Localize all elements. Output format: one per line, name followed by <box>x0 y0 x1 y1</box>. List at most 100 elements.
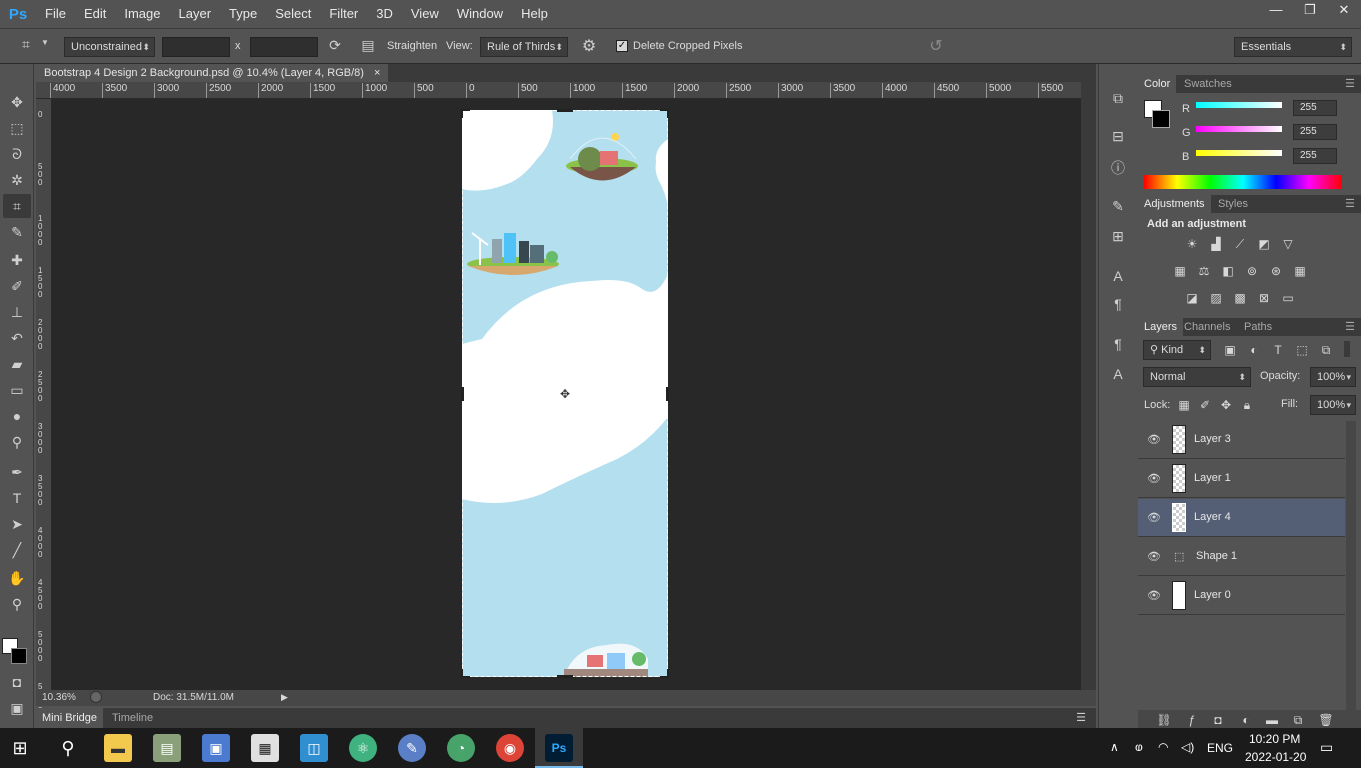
app-icon[interactable]: ▣ <box>202 734 230 762</box>
chrome-icon[interactable]: ◉ <box>496 734 524 762</box>
layers-scrollbar[interactable] <box>1346 421 1356 715</box>
close-tab-icon[interactable]: × <box>374 64 380 82</box>
fill-field[interactable]: 100% ▾ <box>1310 395 1356 415</box>
language-indicator[interactable]: ENG <box>1207 741 1233 755</box>
zoom-level[interactable]: 10.36% <box>42 692 76 703</box>
menu-help[interactable]: Help <box>512 0 557 28</box>
lock-image-icon[interactable]: ✐ <box>1197 398 1213 412</box>
crop-tool-icon[interactable]: ⌗ <box>3 194 31 218</box>
filter-type-icon[interactable]: T <box>1270 343 1286 357</box>
lock-all-icon[interactable]: 🔒︎ <box>1239 398 1255 412</box>
path-selection-tool-icon[interactable]: ➤ <box>3 512 31 536</box>
search-icon[interactable]: ⚲ <box>54 734 82 762</box>
delete-layer-icon[interactable]: 🗑︎ <box>1318 713 1334 727</box>
menu-filter[interactable]: Filter <box>320 0 367 28</box>
layer-row[interactable]: 👁︎ Layer 0 <box>1138 577 1345 615</box>
eye-icon[interactable]: 👁︎ <box>1147 511 1161 524</box>
tab-layers[interactable]: Layers <box>1138 318 1184 336</box>
brightness-contrast-icon[interactable]: ☀ <box>1184 237 1200 251</box>
eye-icon[interactable]: 👁︎ <box>1147 550 1161 563</box>
menu-3d[interactable]: 3D <box>367 0 402 28</box>
background-color-swatch[interactable] <box>1152 110 1170 128</box>
layer-row[interactable]: 👁︎ Layer 1 <box>1138 460 1345 498</box>
curves-icon[interactable]: ⟋ <box>1232 237 1248 251</box>
clone-stamp-tool-icon[interactable]: ⊥ <box>3 300 31 324</box>
menu-image[interactable]: Image <box>115 0 169 28</box>
info-icon[interactable]: ⓘ <box>1108 158 1128 178</box>
canvas-area[interactable]: ✥ <box>52 99 1081 690</box>
eyedropper-tool-icon[interactable]: ✎ <box>3 220 31 244</box>
eye-icon[interactable]: 👁︎ <box>1147 433 1161 446</box>
app-icon[interactable]: ✎ <box>398 734 426 762</box>
tab-mini-bridge[interactable]: Mini Bridge <box>36 708 104 728</box>
restore-button[interactable]: ❐ <box>1293 0 1327 20</box>
filter-adjustment-icon[interactable]: ◐ <box>1246 343 1262 357</box>
healing-brush-tool-icon[interactable]: ✚ <box>3 248 31 272</box>
layer-row[interactable]: 👁︎ Layer 3 <box>1138 421 1345 459</box>
tab-swatches[interactable]: Swatches <box>1178 75 1238 93</box>
photoshop-taskbar-icon[interactable]: Ps <box>545 734 573 762</box>
width-field[interactable] <box>162 37 230 57</box>
tab-color[interactable]: Color <box>1138 75 1177 93</box>
vertical-scrollbar[interactable] <box>1081 82 1096 690</box>
blend-mode-select[interactable]: Normal ⬍ <box>1143 367 1251 387</box>
eye-icon[interactable]: 👁︎ <box>1147 589 1161 602</box>
hue-saturation-icon[interactable]: ▦ <box>1172 264 1188 278</box>
close-button[interactable]: ✕ <box>1327 0 1361 20</box>
brush-tool-icon[interactable]: ✐ <box>3 274 31 298</box>
straighten-icon[interactable]: ▤ <box>358 37 378 54</box>
levels-icon[interactable]: ▟ <box>1208 237 1224 251</box>
new-adjustment-layer-icon[interactable]: ◐ <box>1238 713 1254 727</box>
rotate-icon[interactable]: ⟳ <box>326 37 344 54</box>
crop-right-handle[interactable] <box>666 387 669 401</box>
color-balance-icon[interactable]: ⚖ <box>1196 264 1212 278</box>
fx-icon[interactable]: ƒ <box>1184 713 1200 727</box>
layer-row-selected[interactable]: 👁︎ Layer 4 <box>1138 499 1345 537</box>
r-slider[interactable] <box>1196 102 1282 108</box>
crop-tool-icon[interactable]: ⌗ <box>16 36 36 53</box>
add-mask-icon[interactable]: ◘ <box>1210 713 1226 727</box>
tray-chevron-icon[interactable]: ∧ <box>1110 740 1119 754</box>
type-tool-icon[interactable]: T <box>3 486 31 510</box>
history-icon[interactable]: ⧉ <box>1108 90 1128 107</box>
workspace-select[interactable]: Essentials ⬍ <box>1234 37 1352 57</box>
selective-color-icon[interactable]: ⊠ <box>1256 291 1272 305</box>
lasso-tool-icon[interactable]: ᘐ <box>3 142 31 166</box>
clock-date[interactable]: 2022-01-20 <box>1245 750 1306 764</box>
color-panel-menu-icon[interactable]: ☰ <box>1339 75 1361 93</box>
g-value[interactable]: 255 <box>1293 124 1337 140</box>
tab-paths[interactable]: Paths <box>1238 318 1278 336</box>
calendar-app-icon[interactable]: ▦ <box>251 734 279 762</box>
layer-row[interactable]: 👁︎ ⬚ Shape 1 <box>1138 538 1345 576</box>
zoom-tool-icon[interactable]: ⚲ <box>3 592 31 616</box>
menu-window[interactable]: Window <box>448 0 512 28</box>
eye-icon[interactable]: 👁︎ <box>1147 472 1161 485</box>
tab-adjustments[interactable]: Adjustments <box>1138 195 1211 213</box>
paragraph-icon[interactable]: ¶ <box>1108 296 1128 312</box>
exposure-icon[interactable]: ◩ <box>1256 237 1272 251</box>
reset-icon[interactable]: ↺ <box>926 36 946 56</box>
menu-file[interactable]: File <box>36 0 75 28</box>
gear-icon[interactable]: ⚙ <box>580 36 598 56</box>
canvas-document[interactable]: ✥ <box>52 99 1081 690</box>
line-tool-icon[interactable]: ╱ <box>3 538 31 562</box>
brush-icon[interactable]: ⊞ <box>1108 228 1128 245</box>
overlay-select[interactable]: Rule of Thirds ⬍ <box>480 37 568 57</box>
tray-app-icon[interactable]: ⱷ <box>1135 740 1143 754</box>
windows-start-icon[interactable]: ⊞ <box>6 734 34 762</box>
menu-layer[interactable]: Layer <box>170 0 221 28</box>
filter-pixel-icon[interactable]: ▣ <box>1222 343 1238 357</box>
filter-toggle[interactable] <box>1344 341 1350 357</box>
panel-menu-icon[interactable]: ☰ <box>1070 708 1092 728</box>
app-icon[interactable]: ▤ <box>153 734 181 762</box>
tab-styles[interactable]: Styles <box>1212 195 1254 213</box>
tab-timeline[interactable]: Timeline <box>106 708 159 728</box>
blur-tool-icon[interactable]: ● <box>3 404 31 428</box>
dodge-tool-icon[interactable]: ⚲ <box>3 430 31 454</box>
threshold-icon[interactable]: ▩ <box>1232 291 1248 305</box>
character-icon[interactable]: A <box>1108 268 1128 284</box>
link-layers-icon[interactable]: ⛓ <box>1156 713 1172 727</box>
background-color-swatch[interactable] <box>11 648 27 664</box>
gradient-tool-icon[interactable]: ▭ <box>3 378 31 402</box>
notifications-icon[interactable]: ▭ <box>1320 739 1333 756</box>
